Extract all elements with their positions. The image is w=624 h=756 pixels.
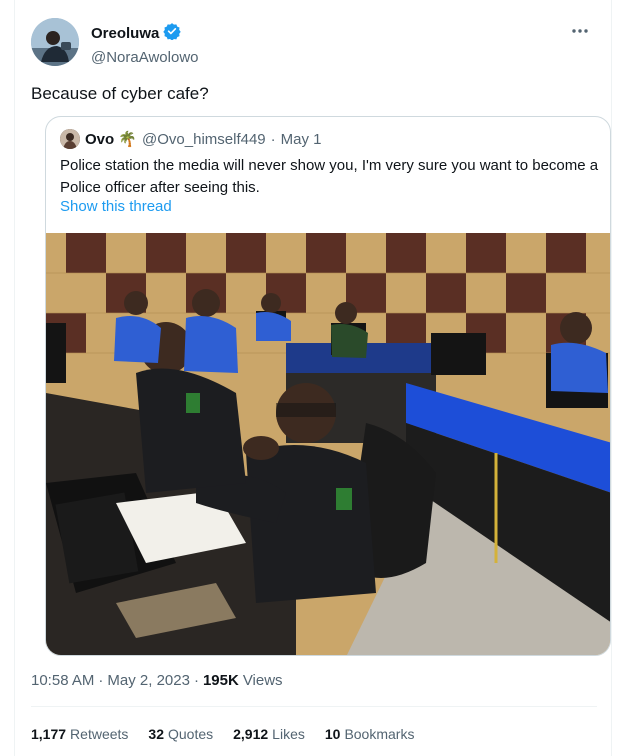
divider	[31, 706, 597, 707]
retweets-count: 1,177	[31, 726, 67, 742]
author-display-name[interactable]: Oreoluwa	[91, 25, 159, 42]
tweet-time[interactable]: 10:58 AM	[31, 672, 94, 689]
quoted-separator: ·	[270, 130, 276, 148]
tweet-card: Oreoluwa @NoraAwolowo Because of cyber c…	[14, 0, 612, 756]
verified-badge-icon	[163, 22, 182, 45]
show-thread-link[interactable]: Show this thread	[60, 198, 172, 215]
quoted-handle: @Ovo_himself449	[142, 130, 266, 148]
likes-label: Likes	[272, 726, 305, 742]
quoted-date: May 1	[280, 130, 322, 148]
author-avatar[interactable]	[31, 18, 79, 66]
meta-separator: ·	[193, 672, 199, 689]
quoted-text: Police station the media will never show…	[60, 157, 599, 196]
retweets-stat[interactable]: 1,177 Retweets	[31, 726, 128, 742]
tweet-header: Oreoluwa @NoraAwolowo	[31, 18, 597, 68]
bookmarks-count: 10	[324, 726, 341, 742]
bookmarks-label: Bookmarks	[344, 726, 415, 742]
quoted-tweet[interactable]: Ovo 🌴 @Ovo_himself449 · May 1 Police sta…	[45, 116, 611, 656]
bookmarks-stat[interactable]: 10 Bookmarks	[325, 726, 415, 742]
tweet-text: Because of cyber cafe?	[31, 84, 209, 103]
quoted-media-photo[interactable]	[46, 233, 610, 655]
quoted-display-name: Ovo 🌴	[85, 131, 138, 148]
tweet-meta: 10:58 AM · May 2, 2023 · 195K Views	[31, 672, 283, 689]
views-count: 195K	[202, 672, 239, 689]
meta-separator: ·	[98, 672, 104, 689]
tweet-date[interactable]: May 2, 2023	[107, 672, 190, 689]
views-label: Views	[242, 672, 283, 689]
quotes-stat[interactable]: 32 Quotes	[148, 726, 213, 742]
quotes-count: 32	[148, 726, 164, 742]
quoted-avatar	[60, 129, 80, 149]
likes-stat[interactable]: 2,912 Likes	[233, 726, 305, 742]
quotes-label: Quotes	[167, 726, 214, 742]
author-handle[interactable]: @NoraAwolowo	[91, 49, 199, 66]
likes-count: 2,912	[233, 726, 269, 742]
tweet-stats: 1,177 Retweets 32 Quotes 2,912 Likes 10 Book…	[31, 726, 414, 742]
more-horizontal-icon[interactable]	[567, 20, 593, 42]
retweets-label: Retweets	[70, 726, 129, 742]
